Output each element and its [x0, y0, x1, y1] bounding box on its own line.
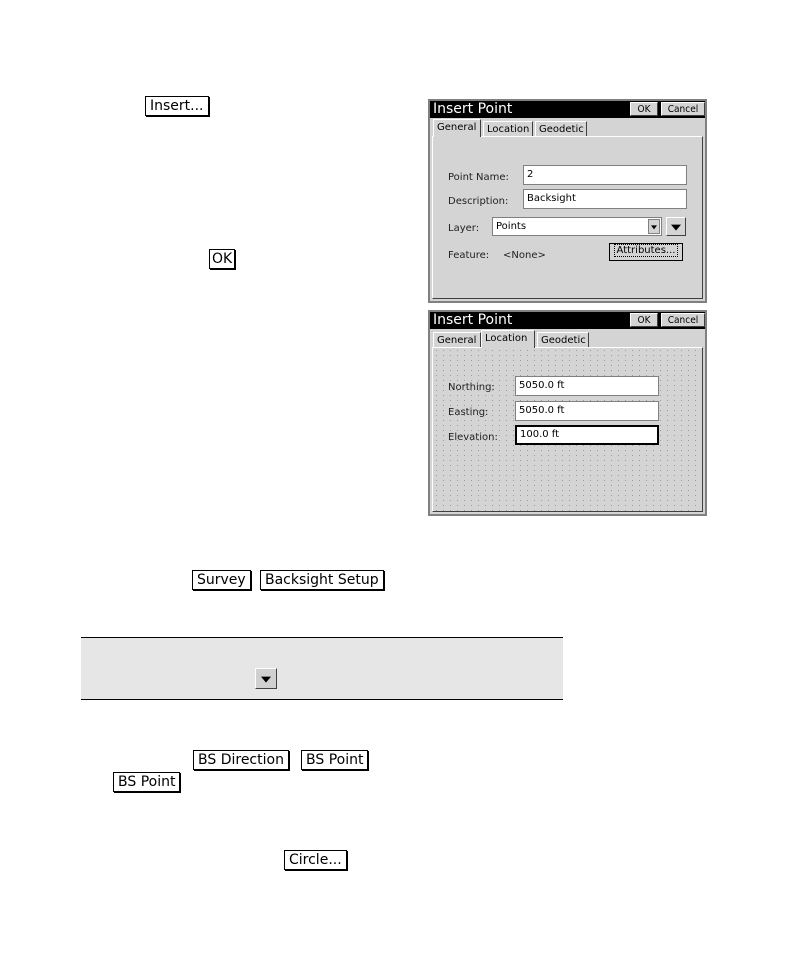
- point-name-field[interactable]: 2: [523, 165, 687, 185]
- layer-select[interactable]: Points: [492, 217, 662, 236]
- dropdown-arrow-icon[interactable]: [648, 219, 660, 234]
- dialog-title: Insert Point: [433, 101, 513, 117]
- circle-key: Circle...: [284, 850, 347, 870]
- easting-field[interactable]: 5050.0 ft: [515, 401, 659, 421]
- insert-key: Insert...: [145, 96, 209, 116]
- ok-button[interactable]: OK: [630, 313, 658, 327]
- northing-field[interactable]: 5050.0 ft: [515, 376, 659, 396]
- note-band: [81, 637, 563, 700]
- title-bar: Insert Point OK Cancel: [430, 101, 705, 118]
- elevation-field[interactable]: 100.0 ft: [515, 425, 659, 445]
- tab-geodetic[interactable]: Geodetic: [537, 332, 589, 348]
- elevation-label: Elevation:: [448, 432, 498, 443]
- survey-key: Survey: [192, 570, 251, 590]
- general-panel: Point Name: 2 Description: Backsight Lay…: [432, 136, 703, 299]
- tab-strip: General Location Geodetic: [432, 330, 705, 348]
- bs-point-key-2: BS Point: [113, 772, 181, 792]
- insert-point-dialog-location: Insert Point OK Cancel General Location …: [428, 310, 707, 516]
- bs-point-key: BS Point: [301, 750, 369, 770]
- tab-geodetic[interactable]: Geodetic: [535, 121, 587, 137]
- tab-general[interactable]: General: [433, 119, 481, 137]
- ok-key: OK: [209, 249, 236, 269]
- tab-general[interactable]: General: [433, 332, 481, 348]
- northing-label: Northing:: [448, 382, 495, 393]
- dropdown-button: [255, 668, 277, 689]
- backsight-setup-key: Backsight Setup: [260, 570, 384, 590]
- feature-value: <None>: [503, 250, 546, 261]
- tab-strip: General Location Geodetic: [432, 119, 705, 137]
- attributes-label: Attributes...: [613, 244, 679, 257]
- point-name-label: Point Name:: [448, 172, 509, 183]
- dialog-title: Insert Point: [433, 312, 513, 328]
- chevron-down-icon: [671, 224, 681, 231]
- description-label: Description:: [448, 196, 509, 207]
- attributes-button[interactable]: Attributes...: [609, 243, 683, 261]
- title-bar: Insert Point OK Cancel: [430, 312, 705, 329]
- easting-label: Easting:: [448, 407, 489, 418]
- bs-direction-key: BS Direction: [193, 750, 289, 770]
- tab-location[interactable]: Location: [483, 121, 533, 137]
- cancel-button[interactable]: Cancel: [661, 102, 705, 116]
- cancel-button[interactable]: Cancel: [661, 313, 705, 327]
- location-panel: Northing: 5050.0 ft Easting: 5050.0 ft E…: [432, 347, 703, 512]
- insert-point-dialog-general: Insert Point OK Cancel General Location …: [428, 99, 707, 303]
- layer-list-button[interactable]: [666, 217, 686, 236]
- ok-button[interactable]: OK: [630, 102, 658, 116]
- tab-location[interactable]: Location: [481, 330, 535, 348]
- description-field[interactable]: Backsight: [523, 189, 687, 209]
- chevron-down-icon: [261, 676, 271, 683]
- layer-label: Layer:: [448, 223, 480, 234]
- feature-label: Feature:: [448, 250, 490, 261]
